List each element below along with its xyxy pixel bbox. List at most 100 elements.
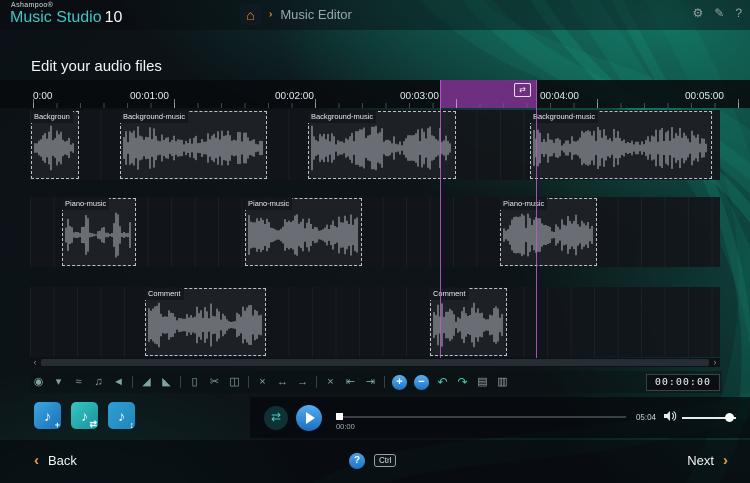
move-right-icon[interactable]: → [296, 372, 309, 392]
audio-clip[interactable]: Piano-music [245, 198, 362, 266]
clip-label: Backgroun [31, 111, 73, 123]
back-button[interactable]: ‹ Back [34, 452, 77, 470]
home-button[interactable]: ⌂ [240, 4, 261, 25]
audio-clip[interactable]: Backgroun [31, 111, 79, 179]
play-button[interactable] [296, 404, 322, 431]
speaker-icon[interactable] [664, 409, 677, 427]
snap-left-icon[interactable]: ⇤ [344, 372, 357, 392]
waveform [148, 302, 262, 348]
app-window: Ashampoo® Music Studio 10 ⌂ › Music Edito… [0, 0, 750, 483]
track-2[interactable]: Piano-music Piano-music Piano-music [30, 197, 720, 267]
scroll-right-icon[interactable]: › [710, 358, 720, 367]
paste-button[interactable]: ▥ [496, 372, 509, 392]
elapsed-time: 00:00 [336, 422, 355, 431]
zoom-out-button[interactable]: − [414, 374, 429, 390]
back-label: Back [48, 453, 77, 468]
fade-out-icon[interactable]: ◣ [160, 372, 173, 392]
toolbar-divider [316, 376, 317, 388]
audio-clip[interactable]: Background-music [308, 111, 456, 179]
playhead-line[interactable] [440, 80, 441, 358]
zoom-in-button[interactable]: + [392, 374, 407, 390]
timeline-ruler[interactable]: ⇄ 0:00 00:01:00 00:02:00 00:03:00 00:04:00 00… [0, 80, 750, 108]
track-1[interactable]: Backgroun Background-music Background-musi… [30, 110, 720, 180]
window-icons: ⚙ ✎ ? [692, 6, 742, 20]
loop-region-icon[interactable]: ⇄ [514, 83, 531, 97]
convert-audio-button[interactable]: ♪ ⇄ [71, 402, 98, 429]
music-note-icon: ♪ [118, 407, 125, 424]
remove-marker-icon[interactable]: × [324, 372, 337, 392]
clip-label: Comment [430, 288, 469, 300]
waveform [248, 214, 358, 256]
help-button[interactable]: ? [349, 453, 365, 469]
back-chevron-icon: ‹ [34, 452, 39, 469]
next-button[interactable]: Next › [687, 452, 728, 470]
total-time: 05:04 [635, 413, 656, 422]
playhead-line[interactable] [536, 80, 537, 358]
track-3[interactable]: Comment Comment [30, 287, 720, 357]
waveform [533, 127, 707, 169]
ruler-time-label: 00:03:00 [400, 91, 439, 102]
waveform [311, 125, 451, 171]
file-actions: ♪ + ♪ ⇄ ♪ ↕ [34, 402, 135, 430]
top-bar: Ashampoo® Music Studio 10 ⌂ › Music Edito… [0, 0, 750, 30]
audio-clip[interactable]: Background-music [120, 111, 267, 179]
time-display: 00:00:00 [645, 373, 720, 391]
select-range-icon[interactable]: ↔ [276, 372, 289, 392]
dropdown-icon[interactable]: ▾ [52, 372, 65, 392]
help-icon[interactable]: ? [735, 6, 742, 20]
audio-clip[interactable]: Comment [430, 288, 507, 356]
edit-note-icon[interactable]: ✎ [714, 6, 724, 20]
track-area: Backgroun Background-music Background-musi… [30, 110, 720, 357]
waveform [123, 126, 263, 170]
clip-label: Piano-music [500, 198, 548, 210]
clip-label: Background-music [120, 111, 189, 123]
playback-progress-bar[interactable]: 00:00 [336, 397, 626, 438]
add-audio-file-button[interactable]: ♪ + [34, 402, 61, 430]
app-logo: Music Studio 10 [10, 9, 122, 27]
settings-gear-icon[interactable]: ⚙ [692, 6, 703, 20]
breadcrumb: ⌂ › Music Editor [240, 4, 352, 25]
horizontal-scrollbar[interactable]: ‹ › [30, 358, 720, 367]
snap-right-icon[interactable]: ⇥ [364, 372, 377, 392]
breadcrumb-separator-icon: › [269, 9, 273, 20]
scroll-left-icon[interactable]: ‹ [30, 358, 40, 367]
wave-effect-icon[interactable]: ≈ [72, 372, 85, 392]
cut-icon[interactable]: ✂ [208, 372, 221, 392]
audio-clip[interactable]: Piano-music [500, 198, 597, 266]
redo-button[interactable]: ↷ [456, 372, 469, 392]
brand-small: Ashampoo® [11, 2, 54, 9]
action-badge-icon: ↕ [129, 420, 135, 430]
mute-icon[interactable]: × [256, 372, 269, 392]
volume-slider[interactable] [682, 412, 736, 423]
normalize-icon[interactable]: ♫ [92, 372, 105, 392]
volume-icon[interactable]: ◄ [112, 372, 125, 392]
music-note-icon: ♪ [44, 407, 51, 424]
audio-clip[interactable]: Piano-music [62, 198, 136, 266]
import-audio-button[interactable]: ♪ ↕ [108, 402, 135, 430]
brand-name: Music Studio [10, 9, 102, 26]
copy-button[interactable]: ▤ [476, 372, 489, 392]
brand-version: 10 [104, 9, 123, 26]
join-icon[interactable]: ◫ [228, 372, 241, 392]
audio-monitor-icon[interactable]: ◉ [32, 372, 45, 392]
toolbar-divider [180, 376, 181, 388]
progress-handle[interactable] [336, 413, 343, 420]
waveform [34, 125, 74, 171]
waveform [503, 213, 593, 257]
toolbar-divider [384, 376, 385, 388]
ruler-time-label: 0:00 [33, 91, 53, 102]
next-chevron-icon: › [723, 452, 728, 469]
action-badge-icon: + [54, 420, 60, 430]
next-label: Next [687, 453, 714, 468]
delete-icon[interactable]: ▯ [188, 372, 201, 392]
loop-playback-button[interactable]: ⇄ [264, 405, 288, 430]
music-note-icon: ♪ [81, 407, 88, 424]
undo-button[interactable]: ↶ [436, 372, 449, 392]
audio-clip[interactable]: Comment [145, 288, 266, 356]
fade-in-icon[interactable]: ◢ [140, 372, 153, 392]
volume-handle[interactable] [725, 412, 734, 422]
ruler-time-label: 00:01:00 [130, 91, 169, 102]
audio-clip[interactable]: Background-music [530, 111, 712, 179]
progress-track [336, 416, 626, 418]
scrollbar-thumb[interactable] [41, 359, 709, 366]
